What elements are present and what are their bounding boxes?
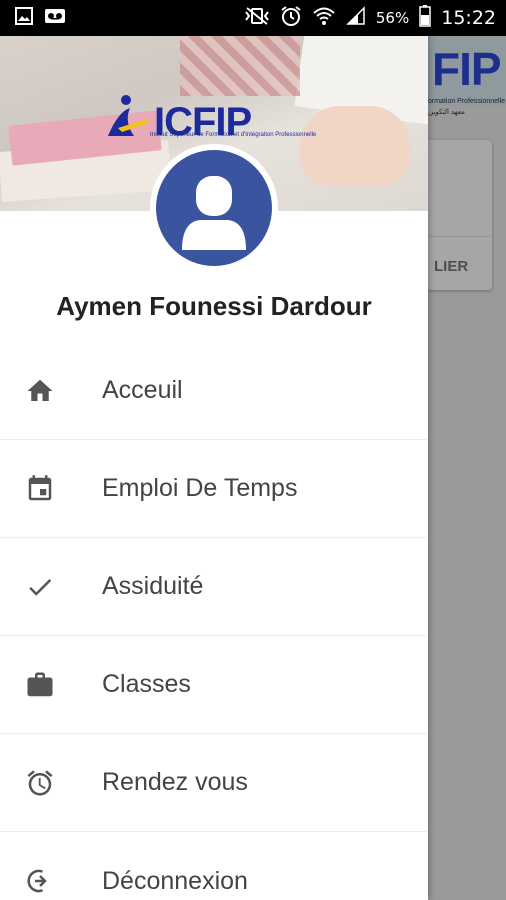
background-logo: FIP: [432, 43, 502, 95]
hero-shirt: [180, 36, 300, 96]
menu-item-label: Classes: [102, 670, 191, 698]
menu-item-label: Acceuil: [102, 376, 183, 404]
background-subtitle-arabic: معهد التكوين: [428, 109, 465, 116]
logout-icon: [24, 865, 56, 897]
menu-item-classes[interactable]: Classes: [0, 636, 428, 734]
drawer-menu: Acceuil Emploi De Temps Assiduité Classe…: [0, 342, 428, 900]
alarm-status-icon: [280, 5, 302, 32]
wifi-icon: [312, 6, 336, 31]
vibrate-mute-icon: [244, 6, 270, 31]
background-app-header: FIP ormation Professionnelle معهد التكوي…: [428, 36, 506, 116]
alarm-icon: [24, 767, 56, 799]
home-icon: [24, 375, 56, 407]
clock: 15:22: [441, 7, 496, 29]
user-icon: [182, 176, 246, 250]
menu-item-label: Emploi De Temps: [102, 474, 298, 502]
menu-item-label: Assiduité: [102, 572, 204, 600]
menu-item-emploi-de-temps[interactable]: Emploi De Temps: [0, 440, 428, 538]
user-name: Aymen Founessi Dardour: [56, 291, 372, 321]
avatar-circle: [156, 150, 272, 266]
navigation-drawer: ICFIP Institut Supérieur de Formation et…: [0, 36, 428, 900]
logo-subtitle: Institut Supérieur de Formation et d'Int…: [150, 132, 317, 138]
status-bar: 56% 15:22: [0, 0, 506, 36]
battery-icon: [419, 4, 431, 32]
check-icon: [24, 571, 56, 603]
background-card-button: LIER: [434, 258, 469, 275]
calendar-icon: [24, 473, 56, 505]
hero-hand: [300, 106, 410, 186]
avatar[interactable]: [150, 144, 278, 272]
signal-icon: [346, 5, 366, 31]
background-subtitle: ormation Professionnelle: [428, 98, 506, 105]
menu-item-deconnexion[interactable]: Déconnexion: [0, 832, 428, 900]
battery-percent: 56%: [375, 9, 410, 27]
image-notification-icon: [14, 6, 34, 31]
briefcase-icon: [24, 669, 56, 701]
voicemail-notification-icon: [44, 6, 66, 31]
card-divider: [428, 236, 492, 237]
menu-item-rendez-vous[interactable]: Rendez vous: [0, 734, 428, 832]
background-app-scrim[interactable]: FIP ormation Professionnelle معهد التكوي…: [428, 36, 506, 900]
menu-item-label: Rendez vous: [102, 768, 248, 796]
menu-item-assiduite[interactable]: Assiduité: [0, 538, 428, 636]
icfip-logo-mark: [108, 95, 150, 136]
menu-item-acceuil[interactable]: Acceuil: [0, 342, 428, 440]
icfip-logo: ICFIP Institut Supérieur de Formation et…: [104, 92, 316, 142]
menu-item-label: Déconnexion: [102, 866, 248, 895]
